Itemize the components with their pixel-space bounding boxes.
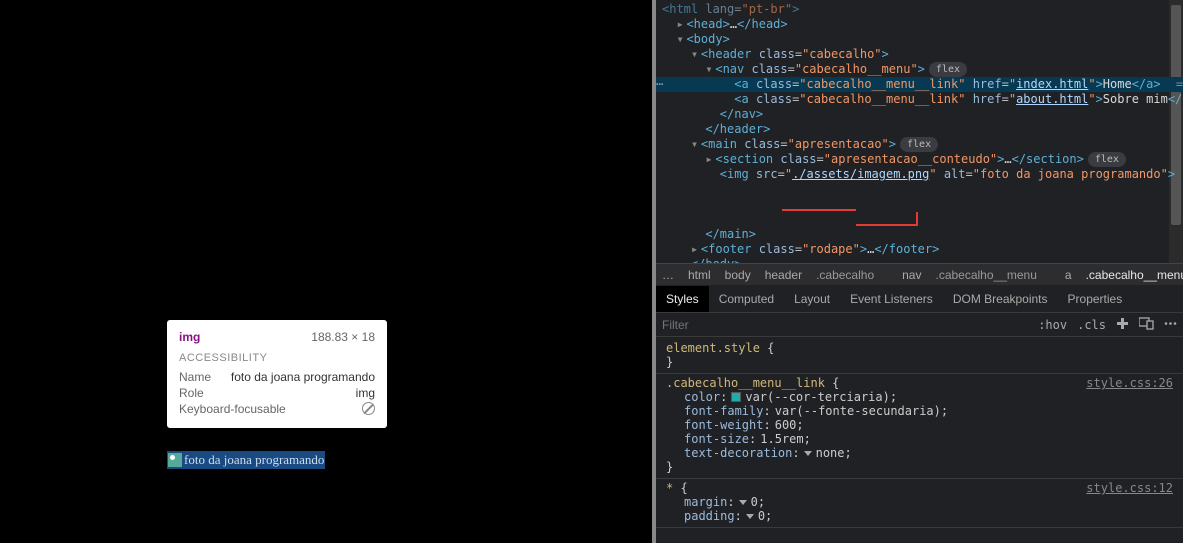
rule-element-style: element.style { } (656, 339, 1183, 374)
tooltip-role-label: Role (179, 386, 204, 400)
expand-icon[interactable] (804, 451, 812, 456)
page-preview: img 188.83 × 18 ACCESSIBILITY Name foto … (0, 0, 652, 543)
breadcrumb[interactable]: … html body header.cabecalho nav.cabecal… (656, 263, 1183, 285)
tooltip-name-label: Name (179, 370, 211, 384)
styles-filter-row: :hov .cls (656, 313, 1183, 337)
styles-tabs: Styles Computed Layout Event Listeners D… (656, 285, 1183, 313)
new-style-rule-button[interactable] (1116, 317, 1129, 333)
source-link[interactable]: style.css:26 (1086, 376, 1173, 390)
tab-layout[interactable]: Layout (784, 286, 840, 312)
broken-image-icon (168, 453, 182, 467)
more-icon[interactable] (1164, 317, 1177, 333)
tab-event-listeners[interactable]: Event Listeners (840, 286, 943, 312)
tab-properties[interactable]: Properties (1058, 286, 1133, 312)
flex-badge[interactable]: flex (929, 62, 967, 77)
device-icon[interactable] (1139, 317, 1154, 333)
broken-image-alt: foto da joana programando (184, 452, 324, 468)
source-link[interactable]: style.css:12 (1086, 481, 1173, 495)
broken-image-placeholder[interactable]: foto da joana programando (167, 451, 325, 469)
cls-toggle[interactable]: .cls (1077, 318, 1106, 332)
selected-dom-node[interactable]: ⋯ <a class="cabecalho__menu__link" href=… (656, 77, 1183, 92)
not-allowed-icon (362, 402, 375, 415)
tooltip-section-header: ACCESSIBILITY (179, 352, 375, 364)
devtools-panel: <html lang="pt-br"> ▸<head>…</head> ▾<bo… (656, 0, 1183, 543)
tab-computed[interactable]: Computed (709, 286, 784, 312)
tooltip-name-value: foto da joana programando (231, 370, 375, 384)
elements-dom-tree[interactable]: <html lang="pt-br"> ▸<head>…</head> ▾<bo… (656, 0, 1183, 263)
tooltip-dimensions: 188.83 × 18 (311, 330, 375, 344)
tooltip-tag: img (179, 330, 200, 344)
tab-styles[interactable]: Styles (656, 286, 709, 312)
hov-toggle[interactable]: :hov (1038, 318, 1067, 332)
tooltip-role-value: img (356, 386, 375, 400)
styles-filter-input[interactable] (662, 318, 1028, 332)
color-swatch[interactable] (731, 392, 741, 402)
tooltip-keyboard-label: Keyboard-focusable (179, 402, 286, 416)
rule-cabecalho-menu-link: style.css:26 .cabecalho__menu__link { co… (656, 374, 1183, 479)
rule-universal: style.css:12 * { margin:0; padding:0; (656, 479, 1183, 528)
styles-body[interactable]: element.style { } style.css:26 .cabecalh… (656, 337, 1183, 543)
element-tooltip: img 188.83 × 18 ACCESSIBILITY Name foto … (167, 320, 387, 428)
tab-dom-breakpoints[interactable]: DOM Breakpoints (943, 286, 1058, 312)
